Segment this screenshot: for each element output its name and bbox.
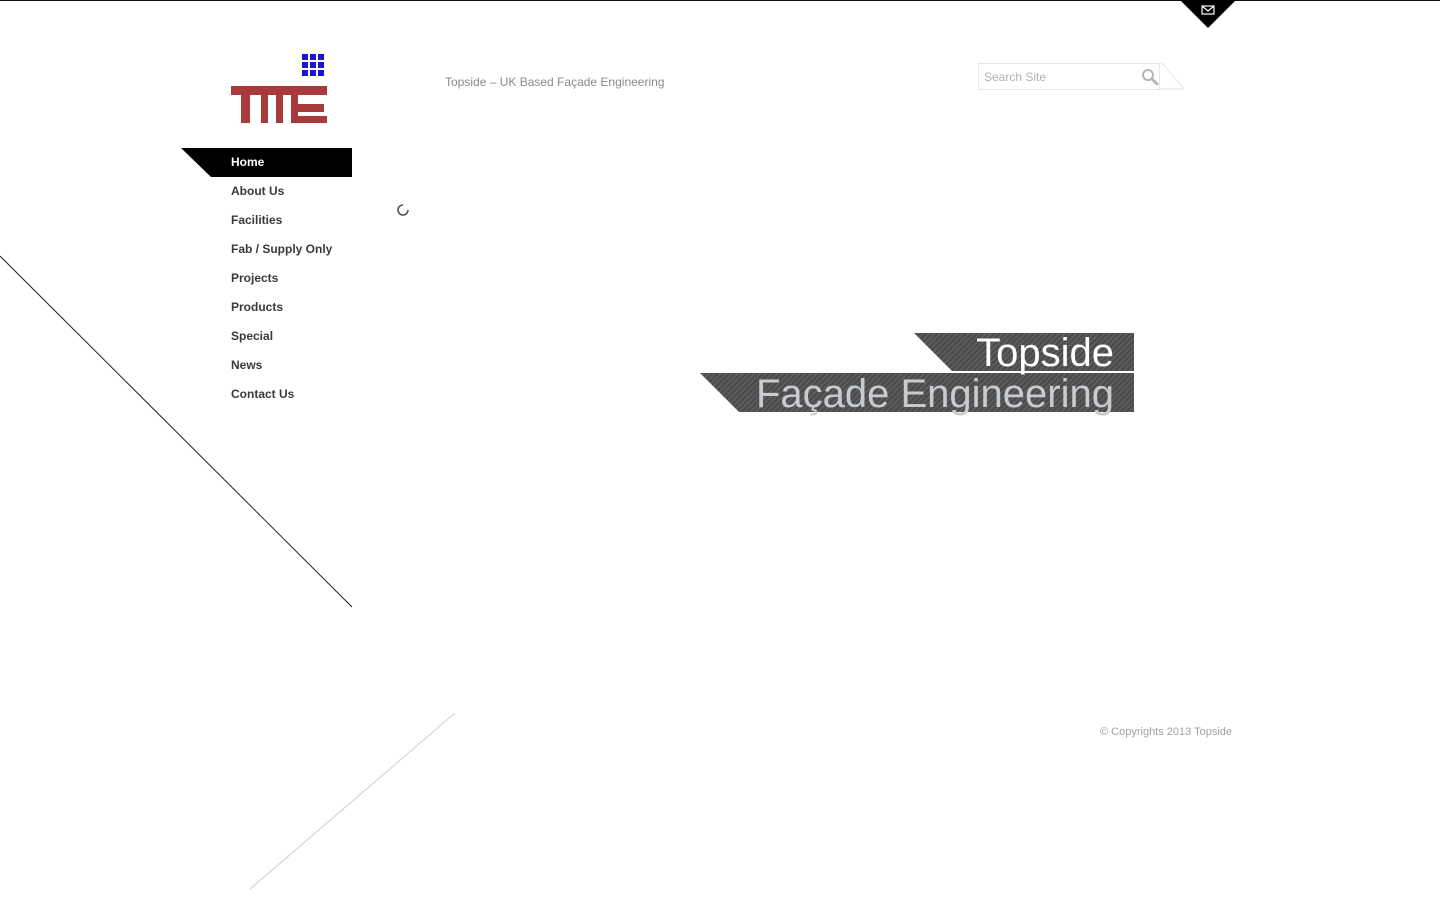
site-logo[interactable] (230, 52, 330, 126)
nav-item-label: Contact Us (231, 387, 295, 401)
loading-spinner-icon (397, 204, 409, 216)
nav-item-label: Facilities (231, 213, 283, 227)
nav-item-facilities[interactable]: Facilities (181, 206, 352, 235)
grid-squares-icon (302, 54, 324, 76)
nav-item-label: News (231, 358, 263, 372)
hero-title: Topside (976, 331, 1114, 375)
search-corner-decoration (1158, 63, 1184, 90)
hero-subtitle: Façade Engineering (755, 372, 1114, 416)
copyright-text: © Copyrights 2013 Topside (1100, 726, 1233, 738)
page: Topside – UK Based Façade Engineering Ho… (0, 0, 1440, 900)
nav-item-label: About Us (231, 184, 285, 198)
nav-item-news[interactable]: News (181, 351, 352, 380)
nav-item-fab-supply-only[interactable]: Fab / Supply Only (181, 235, 352, 264)
search-box (978, 63, 1184, 90)
search-input[interactable] (984, 67, 1134, 86)
nav-item-products[interactable]: Products (181, 293, 352, 322)
nav-item-label: Projects (231, 271, 279, 285)
hero-banner: Topside Façade Engineering (700, 331, 1134, 416)
nav-item-home[interactable]: Home (181, 148, 352, 177)
nav-item-about-us[interactable]: About Us (181, 177, 352, 206)
magnifier-icon[interactable] (1141, 68, 1159, 86)
nav-item-label: Special (231, 329, 274, 343)
envelope-icon[interactable] (1180, 0, 1236, 30)
tme-logo-icon[interactable] (230, 52, 330, 126)
nav-item-projects[interactable]: Projects (181, 264, 352, 293)
mail-tab[interactable] (1180, 0, 1236, 30)
site-tagline: Topside – UK Based Façade Engineering (445, 75, 665, 89)
nav-item-label: Products (231, 300, 284, 314)
search-field-frame (978, 63, 1160, 90)
main-nav: Home About Us Facilities Fab / Supply On… (181, 148, 352, 409)
decorative-lines (0, 255, 456, 890)
nav-item-label: Fab / Supply Only (231, 242, 333, 256)
nav-item-contact-us[interactable]: Contact Us (181, 380, 352, 409)
nav-item-label: Home (231, 155, 265, 169)
nav-item-special[interactable]: Special (181, 322, 352, 351)
